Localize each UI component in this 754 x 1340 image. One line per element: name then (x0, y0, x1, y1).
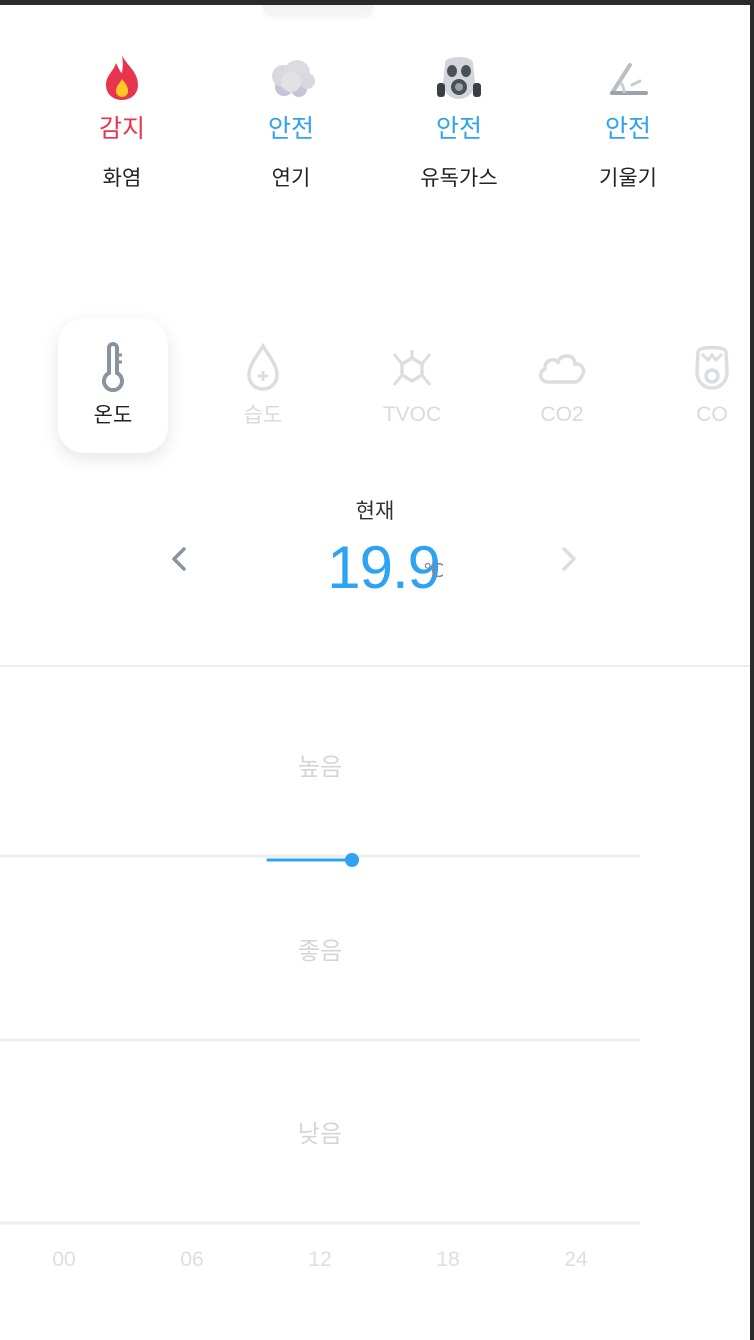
gas-mask-icon (431, 49, 487, 105)
tab-label: 온도 (93, 403, 133, 427)
smoke-icon (263, 49, 319, 105)
sensor-status: 감지 (98, 114, 145, 143)
tab-co2[interactable]: CO2 (507, 318, 617, 453)
sensor-name: 연기 (271, 166, 311, 190)
series-point (345, 853, 359, 867)
current-unit: ℃ (423, 560, 445, 582)
sensor-name: 화염 (102, 166, 142, 190)
thermometer-icon (85, 340, 141, 396)
x-tick-label: 00 (52, 1248, 76, 1271)
sensor-status: 안전 (435, 114, 482, 143)
chevron-left-icon (172, 547, 186, 571)
tab-label: CO2 (540, 403, 584, 426)
tab-co[interactable]: CO (657, 318, 750, 453)
co2-cloud-icon (534, 340, 590, 396)
tab-label: CO (696, 403, 728, 426)
co-mask-icon (684, 340, 740, 396)
temperature-chart: 높음 좋음 낮음 00 06 12 18 24 (0, 667, 750, 1340)
x-tick-label: 12 (308, 1248, 332, 1271)
sensor-status: 안전 (267, 114, 314, 143)
tvoc-molecule-icon (384, 340, 440, 396)
tab-temperature[interactable]: 온도 (58, 318, 168, 453)
tab-tvoc[interactable]: TVOC (357, 318, 467, 453)
current-label: 현재 (355, 499, 395, 523)
band-label-low: 낮음 (297, 1120, 343, 1148)
x-tick-label: 18 (436, 1248, 460, 1271)
band-label-good: 좋음 (297, 937, 343, 965)
sensor-name: 유독가스 (420, 166, 498, 190)
sheet-handle[interactable] (262, 5, 374, 14)
sensor-name: 기울기 (599, 166, 657, 190)
tilt-icon (600, 49, 656, 105)
next-arrow-button[interactable] (548, 539, 588, 579)
band-label-high: 높음 (297, 753, 343, 781)
tab-label: TVOC (382, 403, 442, 426)
humidity-drop-icon (235, 340, 291, 396)
x-tick-label: 06 (180, 1248, 204, 1271)
flame-icon (94, 49, 150, 105)
tab-humidity[interactable]: 습도 (208, 318, 318, 453)
sensor-status: 안전 (604, 114, 651, 143)
prev-arrow-button[interactable] (160, 539, 200, 579)
x-tick-label: 24 (564, 1248, 588, 1271)
chevron-right-icon (562, 547, 576, 571)
app-screen: 감지 화염 안전 연기 안전 유독가스 안전 기울기 온도 습도 TVOC CO… (0, 5, 750, 1340)
current-value: 19.9 (327, 534, 441, 601)
tab-label: 습도 (243, 403, 283, 427)
